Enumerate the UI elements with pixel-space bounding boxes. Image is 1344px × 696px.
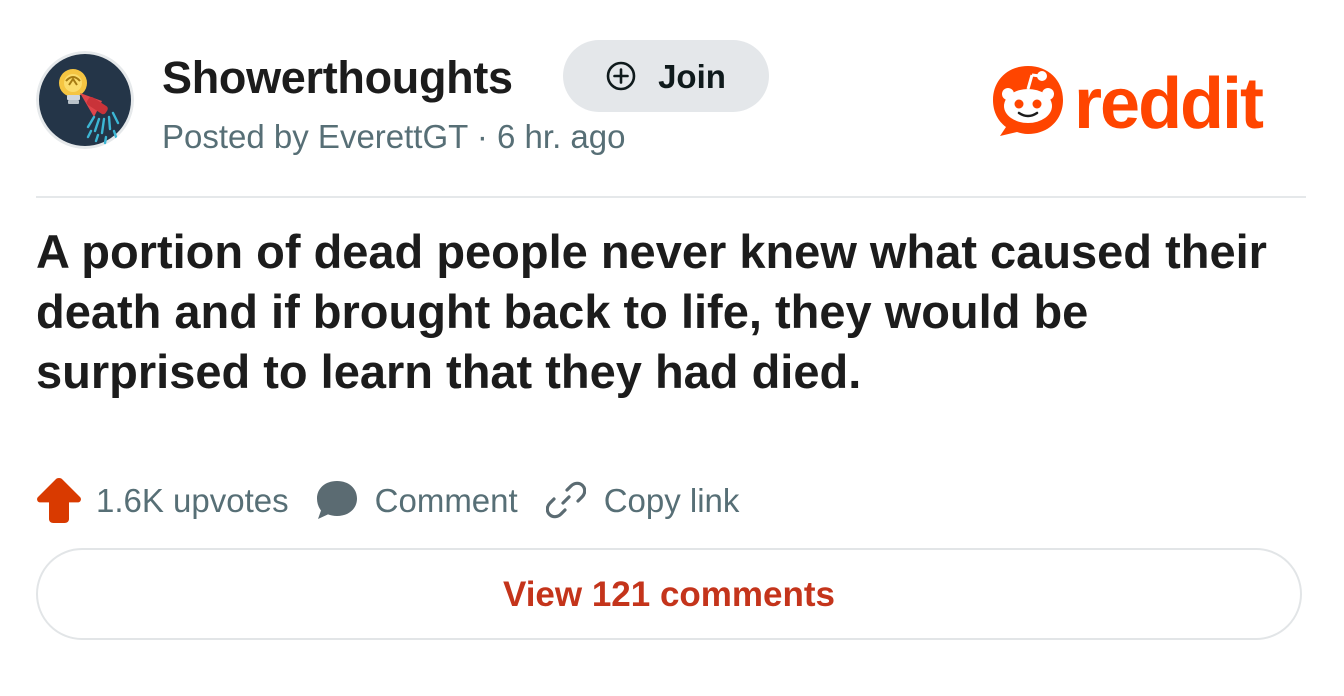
copy-link-label: Copy link [603,481,740,519]
reddit-wordmark: reddit [1074,64,1264,140]
post-card: Showerthoughts Join Posted by EverettGT … [0,0,1344,696]
join-button[interactable]: Join [563,40,769,112]
join-label: Join [658,57,726,95]
comment-label: Comment [374,481,518,519]
post-meta: Posted by EverettGT · 6 hr. ago [162,118,626,155]
view-comments-label: View 121 comments [502,574,836,614]
upvote-count: 1.6K upvotes [96,481,289,519]
upvote-action[interactable]: 1.6K upvotes [36,476,289,524]
link-icon [545,480,586,520]
copy-link-action[interactable]: Copy link [545,480,740,520]
plus-circle-icon [606,61,636,91]
action-bar: 1.6K upvotes Comment Copy link [36,474,739,526]
subreddit-avatar[interactable] [36,51,134,149]
lightbulb-showerhead-icon [36,51,134,149]
speech-bubble-icon [315,479,359,521]
view-comments-button[interactable]: View 121 comments [36,548,1302,640]
reddit-logo[interactable]: reddit [990,62,1308,144]
subreddit-name[interactable]: Showerthoughts [162,50,513,106]
post-title[interactable]: A portion of dead people never knew what… [36,222,1306,402]
comment-action[interactable]: Comment [315,479,518,521]
divider [36,196,1306,198]
upvote-arrow-icon[interactable] [36,476,82,524]
snoo-icon [993,66,1063,136]
